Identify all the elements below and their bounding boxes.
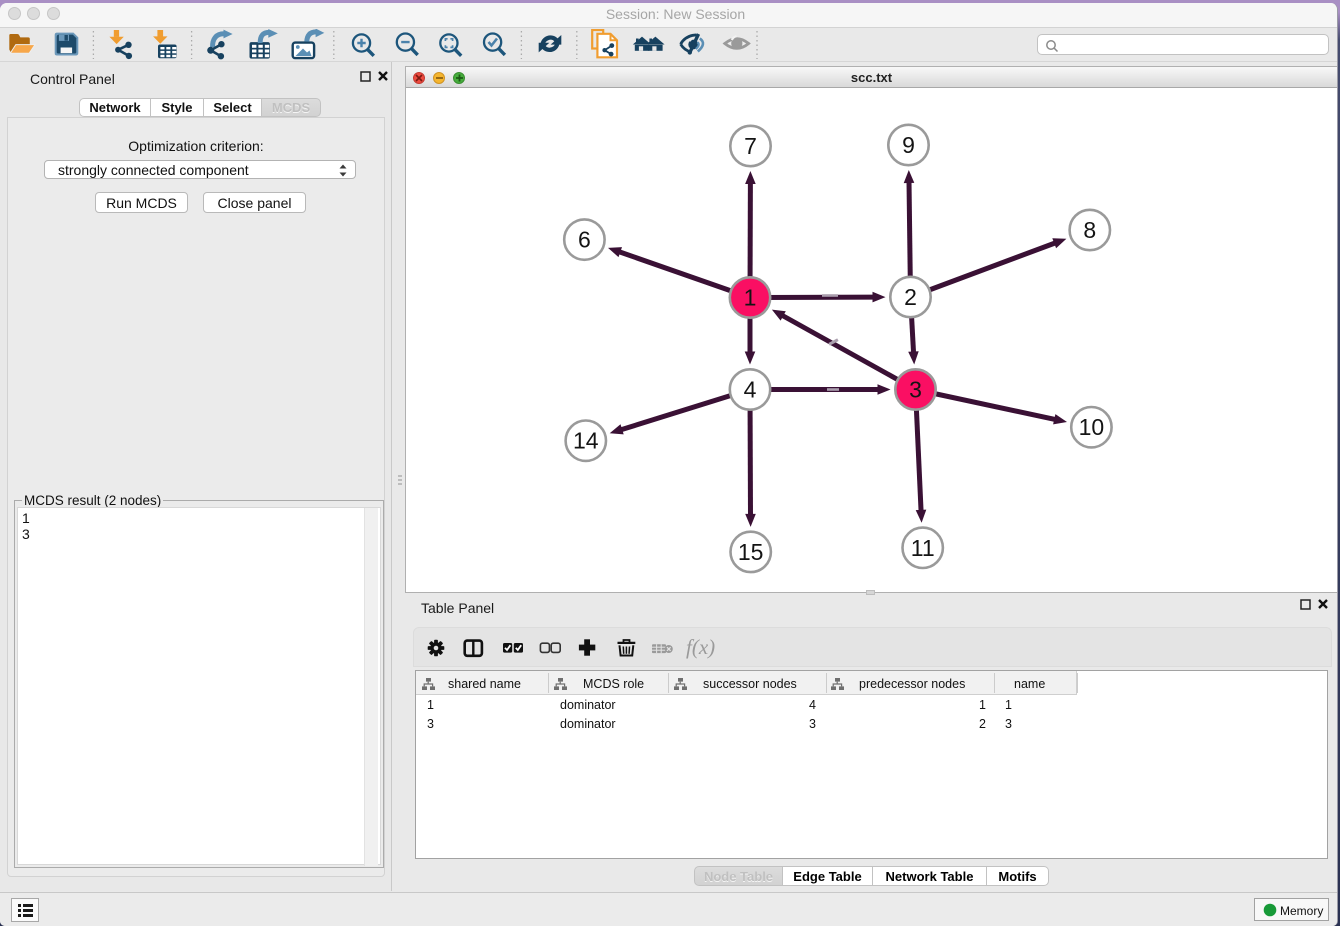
svg-text:2: 2 [904,284,917,310]
svg-text:7: 7 [744,133,757,159]
svg-text:10: 10 [1079,414,1105,440]
svg-text:6: 6 [578,227,591,253]
svg-text:9: 9 [902,132,915,158]
svg-text:8: 8 [1083,217,1096,243]
svg-text:1: 1 [744,285,757,311]
svg-text:11: 11 [911,535,935,561]
svg-text:15: 15 [738,539,764,565]
svg-text:f(x): f(x) [686,635,715,659]
svg-text:4: 4 [744,377,757,403]
svg-text:14: 14 [573,428,599,454]
svg-text:3: 3 [909,377,922,403]
